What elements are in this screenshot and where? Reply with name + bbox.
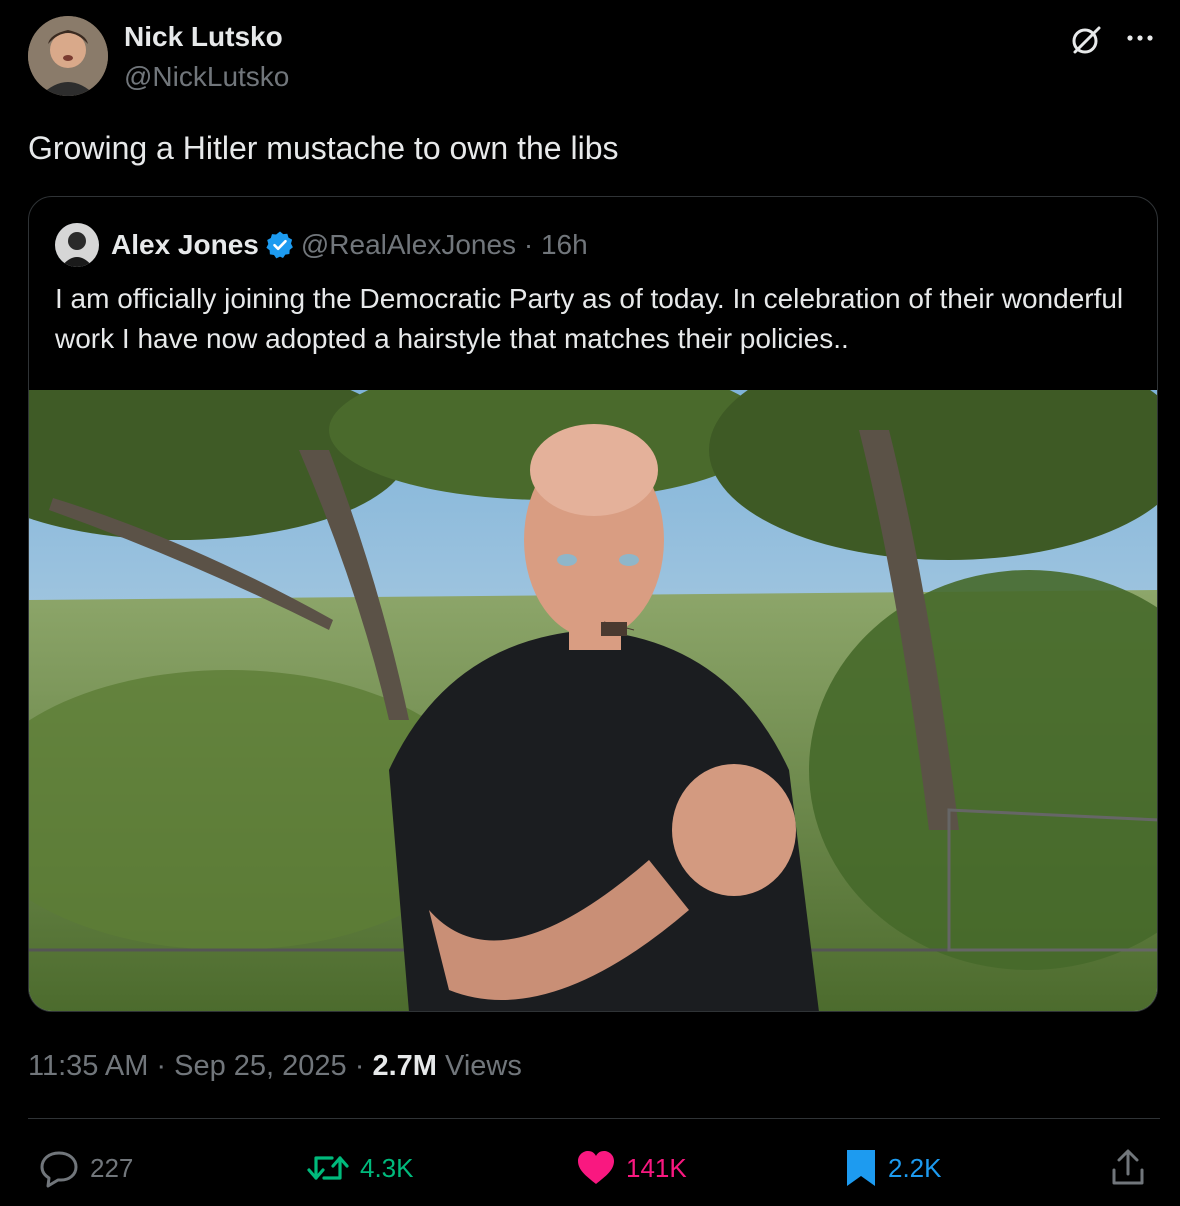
reply-button[interactable]: 227: [38, 1146, 133, 1190]
like-button[interactable]: 141K: [576, 1146, 687, 1190]
share-icon: [1110, 1148, 1146, 1188]
quote-separator: ·: [523, 229, 534, 260]
divider: [28, 1118, 1160, 1119]
quoted-tweet-card[interactable]: Alex Jones @RealAlexJones · 16h I am off…: [28, 196, 1158, 1012]
timestamp[interactable]: 11:35 AM · Sep 25, 2025 ·: [28, 1050, 372, 1082]
like-count: 141K: [626, 1152, 687, 1183]
retweet-count: 4.3K: [360, 1152, 414, 1183]
tweet-meta: 11:35 AM · Sep 25, 2025 · 2.7M Views: [28, 1046, 522, 1086]
quote-author-name[interactable]: Alex Jones: [111, 229, 259, 260]
quote-author-avatar[interactable]: [55, 223, 99, 267]
bookmark-icon: [844, 1148, 878, 1188]
author-handle[interactable]: @NickLutsko: [124, 60, 289, 94]
more-icon[interactable]: [1122, 24, 1158, 54]
quote-header: Alex Jones @RealAlexJones · 16h: [111, 225, 588, 271]
tweet-text: Growing a Hitler mustache to own the lib…: [28, 130, 619, 166]
retweet-icon: [306, 1148, 350, 1188]
views-count: 2.7M: [372, 1050, 437, 1082]
retweet-button[interactable]: 4.3K: [306, 1146, 414, 1190]
bookmark-count: 2.2K: [888, 1152, 942, 1183]
quote-text: I am officially joining the Democratic P…: [55, 283, 1124, 354]
grok-icon[interactable]: [1068, 22, 1104, 58]
quote-author-handle[interactable]: @RealAlexJones: [301, 229, 516, 260]
reply-icon: [38, 1148, 80, 1188]
bookmark-button[interactable]: 2.2K: [844, 1146, 942, 1190]
verified-badge-icon: [265, 230, 295, 271]
views-label: Views: [436, 1050, 522, 1082]
author-avatar[interactable]: [28, 16, 108, 96]
quote-photo[interactable]: [29, 340, 1157, 1011]
quote-time[interactable]: 16h: [541, 229, 588, 260]
author-name[interactable]: Nick Lutsko: [124, 20, 283, 54]
reply-count: 227: [90, 1152, 134, 1183]
heart-icon: [576, 1149, 616, 1187]
share-button[interactable]: [1110, 1146, 1146, 1190]
